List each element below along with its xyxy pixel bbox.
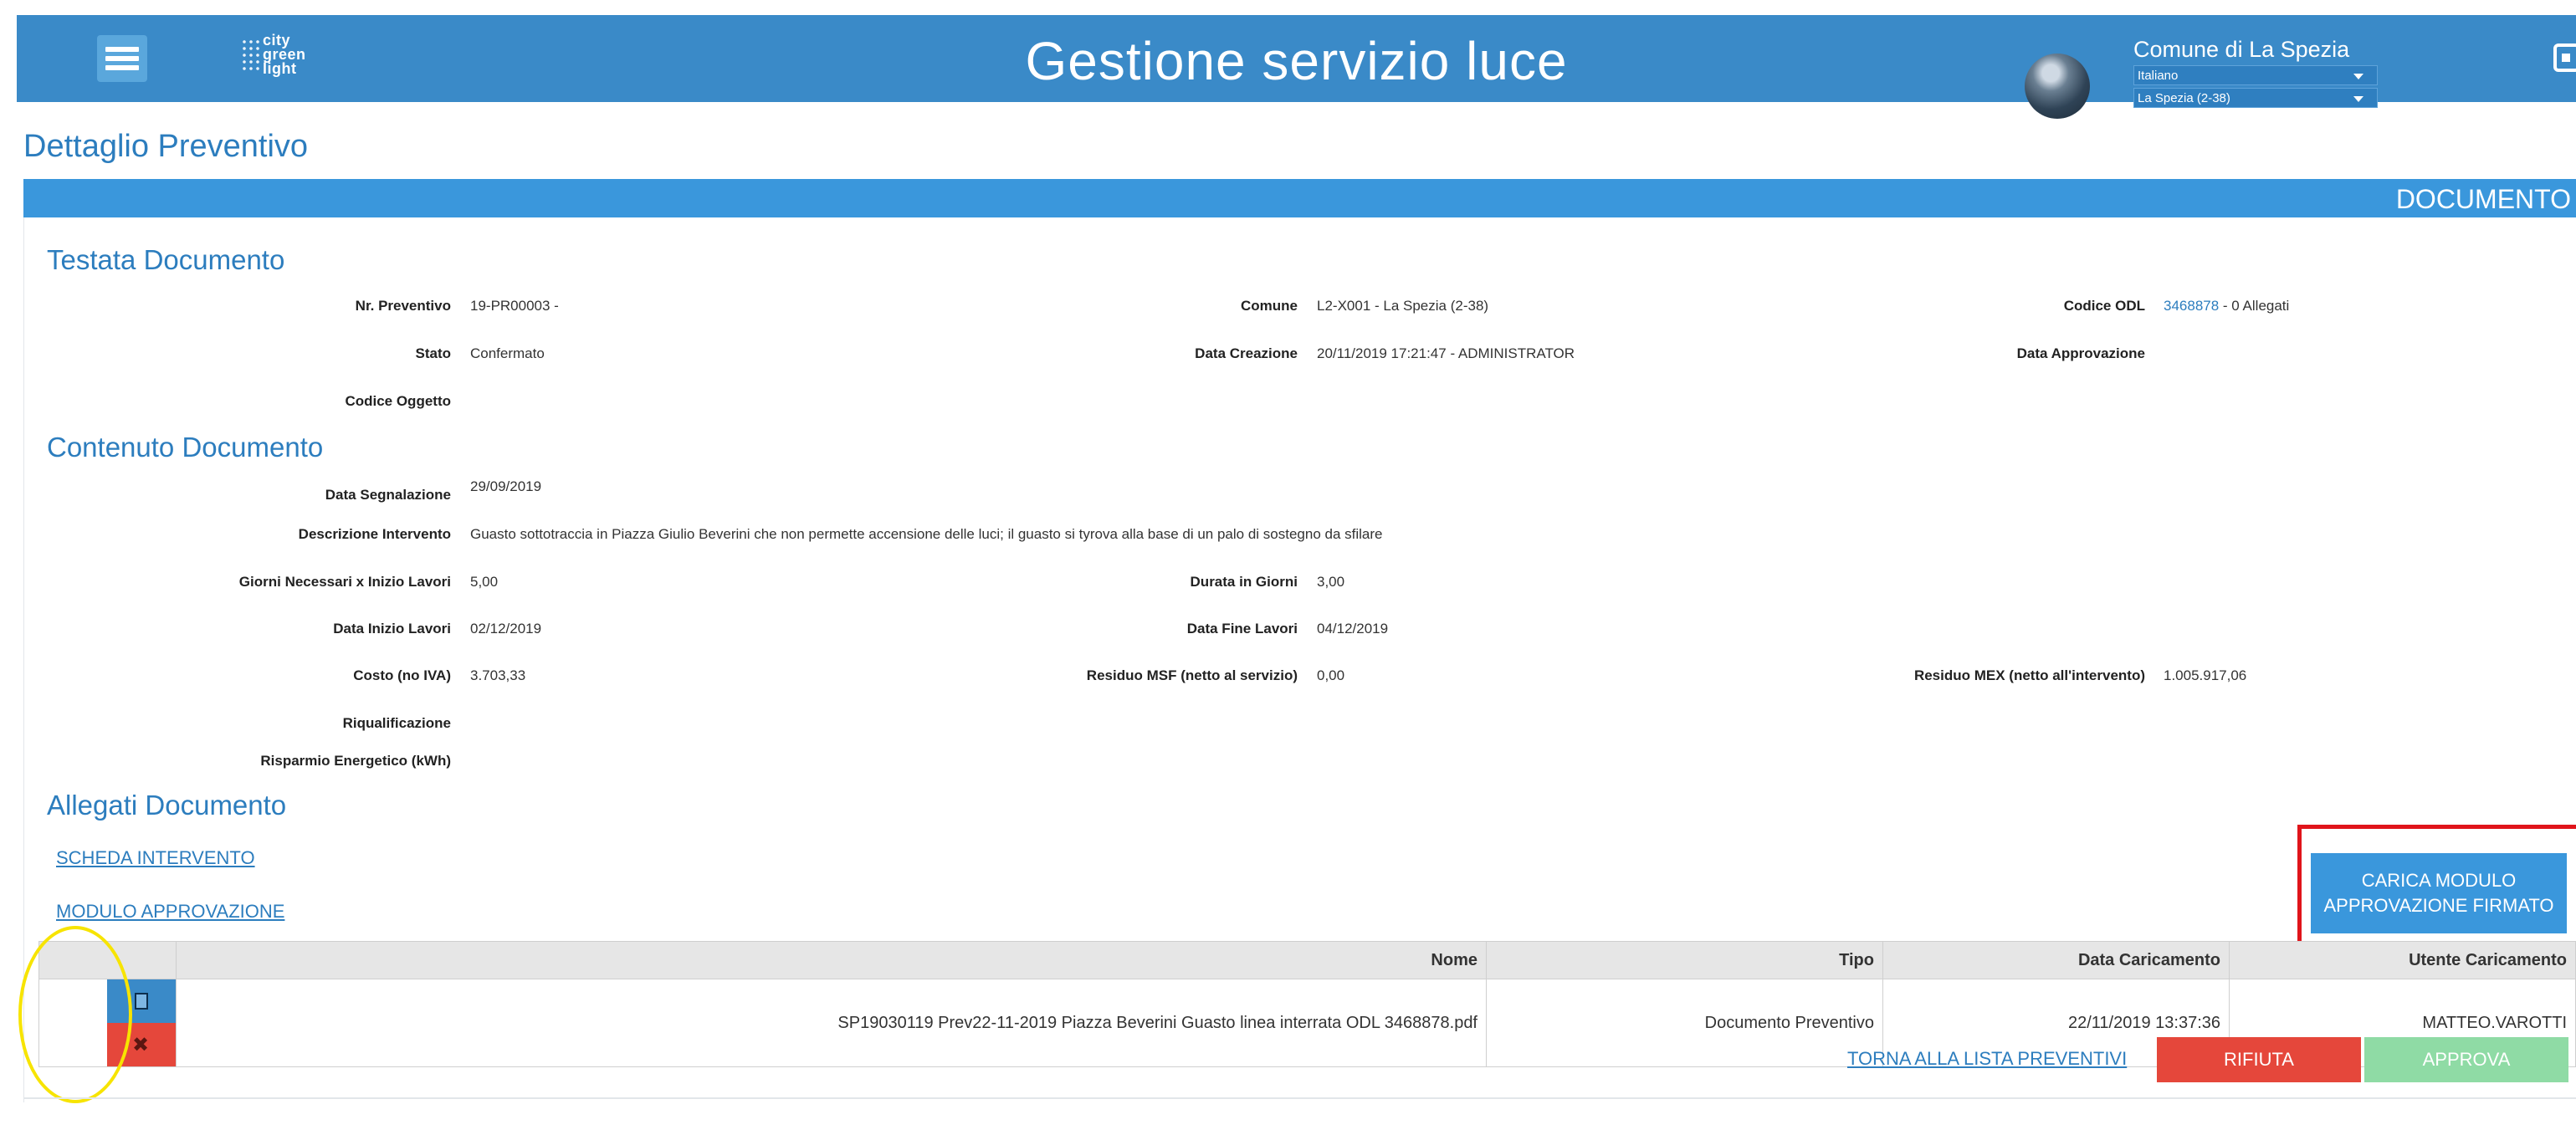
label-data-fine: Data Fine Lavori: [1186, 621, 1298, 637]
value-data-fine: 04/12/2019: [1317, 621, 1389, 637]
label-stato: Stato: [415, 345, 452, 361]
user-box: Comune di La Spezia Italiano La Spezia (…: [2133, 37, 2378, 108]
label-giorni-necessari: Giorni Necessari x Inizio Lavori: [238, 574, 451, 590]
modulo-approvazione-link[interactable]: MODULO APPROVAZIONE: [56, 901, 284, 923]
chevron-down-icon: [2353, 74, 2363, 79]
col-nome: Nome: [176, 941, 1487, 979]
label-codice-odl: Codice ODL: [2063, 298, 2145, 314]
cell-tipo: Documento Preventivo: [1486, 979, 1883, 1067]
label-costo: Costo (no IVA): [353, 667, 451, 683]
value-data-inizio: 02/12/2019: [470, 621, 542, 637]
allegati-count: - 0 Allegati: [2222, 298, 2290, 314]
label-residuo-mex: Residuo MEX (netto all'intervento): [1913, 667, 2145, 683]
location-select[interactable]: La Spezia (2-38): [2133, 88, 2378, 108]
value-nr-preventivo: 19-PR00003 -: [470, 298, 559, 314]
user-avatar[interactable]: [2025, 54, 2090, 119]
page-title: Dettaglio Preventivo: [23, 129, 309, 164]
value-residuo-msf: 0,00: [1317, 667, 1345, 683]
section-testata: Testata Documento: [47, 244, 285, 275]
label-risparmio: Risparmio Energetico (kWh): [260, 753, 451, 769]
label-durata: Durata in Giorni: [1190, 574, 1298, 590]
language-select[interactable]: Italiano: [2133, 65, 2378, 85]
label-data-approvazione: Data Approvazione: [2016, 345, 2145, 361]
value-comune: L2-X001 - La Spezia (2-38): [1317, 298, 1489, 314]
label-residuo-msf: Residuo MSF (netto al servizio): [1086, 667, 1298, 683]
label-codice-oggetto: Codice Oggetto: [345, 393, 451, 409]
scheda-intervento-link[interactable]: SCHEDA INTERVENTO: [56, 847, 255, 869]
label-data-segnalazione: Data Segnalazione: [325, 487, 451, 503]
label-comune: Comune: [1241, 298, 1298, 314]
codice-odl-link[interactable]: 3468878: [2164, 298, 2219, 314]
value-costo: 3.703,33: [470, 667, 526, 683]
label-riqualificazione: Riqualificazione: [342, 715, 451, 731]
value-giorni-necessari: 5,00: [470, 574, 499, 590]
label-descrizione: Descrizione Intervento: [298, 526, 451, 542]
value-stato: Confermato: [470, 345, 545, 361]
cell-nome: SP19030119 Prev22-11-2019 Piazza Beverin…: [176, 979, 1487, 1067]
value-durata: 3,00: [1317, 574, 1345, 590]
document-bar-label: DOCUMENTO: [2395, 184, 2571, 214]
top-header: city green light Gestione servizio luce Co…: [17, 15, 2576, 108]
col-utente-caricamento: Utente Caricamento: [2229, 941, 2576, 979]
value-residuo-mex: 1.005.917,06: [2164, 667, 2247, 683]
chevron-down-icon: [2353, 96, 2363, 102]
reject-button[interactable]: RIFIUTA: [2157, 1037, 2361, 1082]
section-contenuto: Contenuto Documento: [47, 432, 324, 463]
pdf-file-icon: [135, 993, 148, 1010]
comune-name: Comune di La Spezia: [2133, 37, 2350, 62]
label-nr-preventivo: Nr. Preventivo: [355, 298, 451, 314]
highlight-frame: [2297, 825, 2576, 959]
delete-icon: ✖: [132, 1034, 150, 1056]
section-allegati: Allegati Documento: [47, 790, 287, 821]
value-descrizione: Guasto sottotraccia in Piazza Giulio Bev…: [470, 526, 1383, 542]
language-select-value: Italiano: [2138, 69, 2179, 83]
col-tipo: Tipo: [1486, 941, 1883, 979]
value-data-creazione: 20/11/2019 17:21:47 - ADMINISTRATOR: [1317, 345, 1575, 361]
approve-button[interactable]: APPROVA: [2364, 1037, 2568, 1082]
bottom-divider: [23, 1097, 2576, 1099]
location-select-value: La Spezia (2-38): [2138, 91, 2230, 105]
label-data-inizio: Data Inizio Lavori: [333, 621, 451, 637]
document-bar: DOCUMENTO: [23, 179, 2576, 217]
label-data-creazione: Data Creazione: [1195, 345, 1298, 361]
col-data-caricamento: Data Caricamento: [1882, 941, 2230, 979]
highlight-ring: [18, 926, 132, 1103]
table-header-row: Nome Tipo Data Caricamento Utente Carica…: [38, 941, 2576, 979]
logout-icon[interactable]: [2553, 43, 2576, 72]
value-data-segnalazione: 29/09/2019: [470, 478, 542, 494]
back-to-list-link[interactable]: TORNA ALLA LISTA PREVENTIVI: [1847, 1048, 2127, 1070]
value-codice-odl: 3468878 - 0 Allegati: [2164, 298, 2289, 314]
